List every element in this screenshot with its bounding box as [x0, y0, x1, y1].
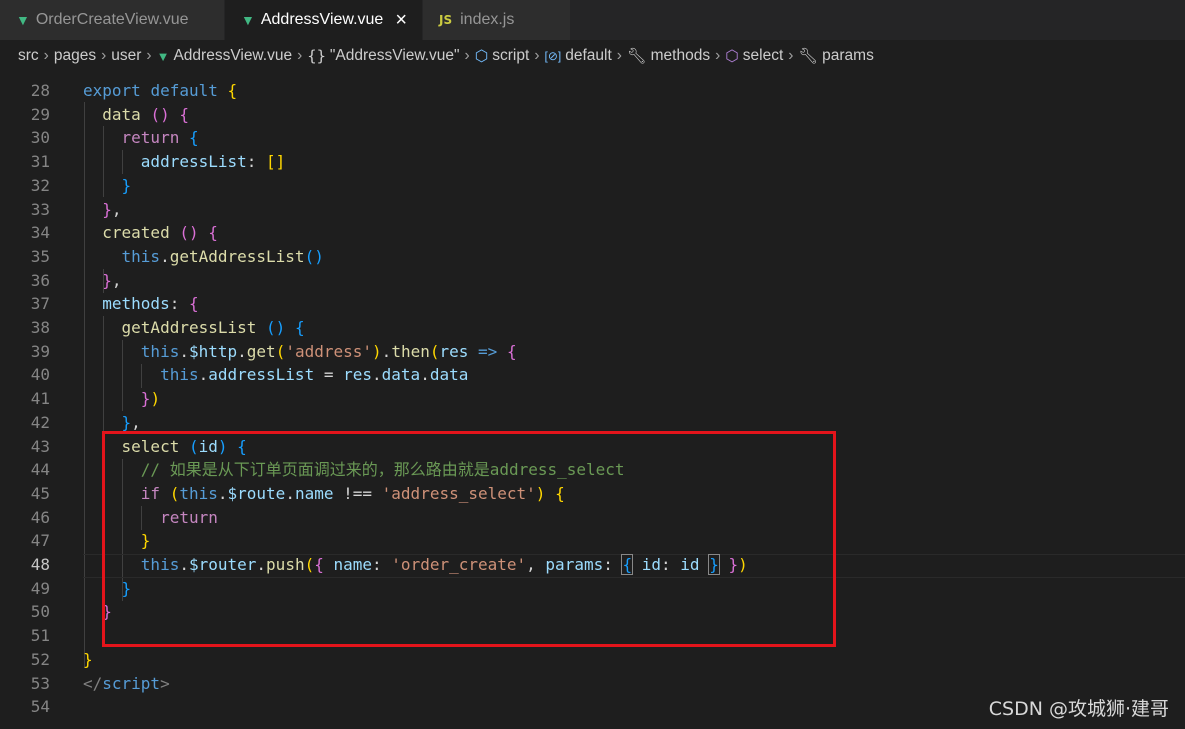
tab-label: OrderCreateView.vue [35, 11, 189, 28]
code-line: 36 }, [30, 270, 122, 290]
code-line: 41 }) [30, 389, 161, 409]
code-line: 49 } [30, 578, 132, 598]
watermark: CSDN @攻城狮·建哥 [988, 698, 1169, 720]
close-icon[interactable]: × [395, 10, 407, 30]
editor-tab-bar: ▼ OrderCreateView.vue ▼ AddressView.vue … [0, 0, 1185, 40]
code-line: 42 }, [30, 412, 141, 432]
code-line: 39 this.$http.get('address').then(res =>… [30, 341, 517, 361]
tab-label: index.js [460, 11, 515, 28]
js-icon: JS [439, 13, 453, 27]
code-line: 32 } [30, 175, 132, 195]
tab-ordercreateview[interactable]: ▼ OrderCreateView.vue [0, 0, 225, 40]
code-line: 33 }, [30, 199, 122, 219]
code-line: 28 export default { [30, 81, 238, 100]
code-line: 38 getAddressList () { [30, 318, 305, 337]
code-line: 44 // 如果是从下订单页面调过来的，那么路由就是address_select [30, 460, 625, 480]
code-line: 37 methods: { [30, 294, 199, 314]
vue-icon: ▼ [16, 12, 30, 28]
code-line: 29 data () { [30, 104, 189, 124]
code-editor[interactable]: 27 <script> 28 export default { 29 data (… [0, 56, 1185, 729]
code-line: 45 if (this.$route.name !== 'address_sel… [30, 483, 565, 503]
code-line-current: 48 this.$router.push({ name: 'order_crea… [30, 554, 748, 575]
tab-index-js[interactable]: JS index.js [423, 0, 571, 40]
code-line: 52} [30, 649, 93, 669]
code-line: 47 } [30, 531, 151, 551]
code-line: 53 </script> [30, 673, 170, 693]
code-line: 27 <script> [0, 62, 1185, 77]
code-line: 34 created () { [30, 223, 218, 243]
vue-icon: ▼ [241, 12, 255, 28]
code-line: 31 addressList: [] [30, 152, 286, 172]
code-line: 51 [30, 626, 50, 646]
code-line: 35 this.getAddressList() [30, 246, 324, 266]
tab-label: AddressView.vue [260, 11, 384, 28]
code-line: 46 return [30, 507, 218, 527]
code-line: 40 this.addressList = res.data.data [30, 365, 469, 385]
tab-addressview[interactable]: ▼ AddressView.vue × [225, 0, 423, 40]
code-line: 30 return { [30, 128, 199, 148]
code-line: 43 select (id) { [30, 436, 247, 456]
code-line: 50 } [30, 602, 112, 622]
